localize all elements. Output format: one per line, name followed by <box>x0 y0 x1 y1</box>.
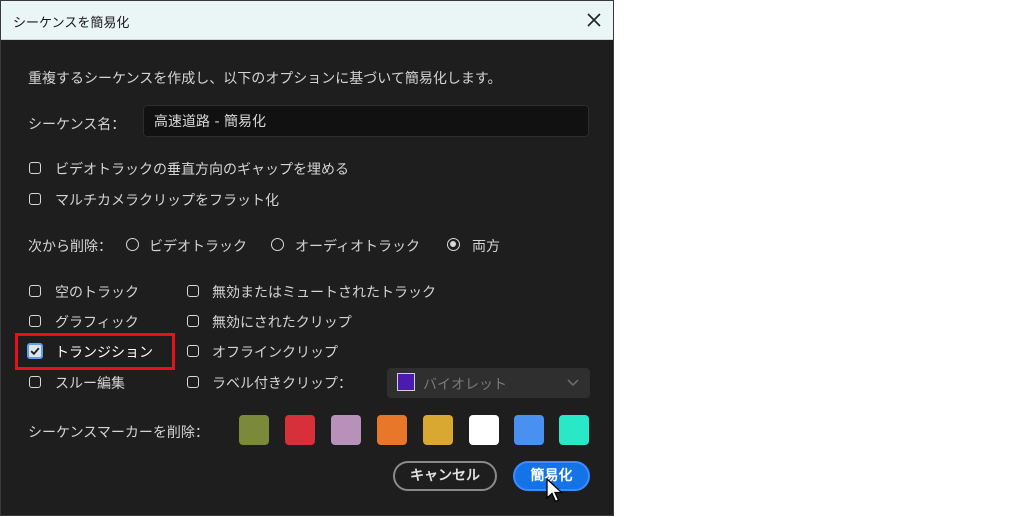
fill-gaps-checkbox[interactable] <box>29 162 41 174</box>
offline-clips-label: オフラインクリップ <box>212 345 338 361</box>
transitions-checkbox[interactable] <box>27 343 43 359</box>
marker-color-swatch[interactable] <box>423 415 453 445</box>
radio-audio-track-label: オーディオトラック <box>295 239 421 255</box>
sequence-name-field[interactable] <box>143 105 589 137</box>
transitions-label: トランジション <box>55 345 153 361</box>
empty-tracks-checkbox[interactable] <box>29 285 41 297</box>
label-color-swatch <box>397 373 415 391</box>
offline-clips-checkbox[interactable] <box>187 345 199 357</box>
empty-tracks-label: 空のトラック <box>55 285 139 301</box>
simplify-sequence-dialog: シーケンスを簡易化 重複するシーケンスを作成し、以下のオプションに基づいて簡易化… <box>0 0 614 516</box>
close-button[interactable] <box>581 7 607 33</box>
graphics-checkbox[interactable] <box>29 315 41 327</box>
flatten-multicam-label: マルチカメラクリップをフラット化 <box>55 193 279 209</box>
dialog-description: 重複するシーケンスを作成し、以下のオプションに基づいて簡易化します。 <box>28 71 502 87</box>
marker-color-swatch[interactable] <box>559 415 589 445</box>
fill-gaps-label: ビデオトラックの垂直方向のギャップを埋める <box>55 162 349 178</box>
disabled-clips-label: 無効にされたクリップ <box>212 315 352 331</box>
label-color-select[interactable]: バイオレット <box>387 368 590 398</box>
disabled-clips-checkbox[interactable] <box>187 315 199 327</box>
radio-audio-track[interactable] <box>271 238 284 251</box>
marker-color-swatch[interactable] <box>377 415 407 445</box>
through-edits-label: スルー編集 <box>55 376 125 392</box>
disabled-muted-tracks-label: 無効またはミュートされたトラック <box>212 285 436 301</box>
labeled-clips-label: ラベル付きクリップ： <box>212 376 352 392</box>
radio-both[interactable] <box>447 238 460 251</box>
marker-color-swatch[interactable] <box>239 415 269 445</box>
dialog-title: シーケンスを簡易化 <box>13 16 130 31</box>
flatten-multicam-checkbox[interactable] <box>29 193 41 205</box>
sequence-name-label: シーケンス名： <box>28 117 126 133</box>
labeled-clips-checkbox[interactable] <box>187 376 199 388</box>
radio-video-track-label: ビデオトラック <box>149 239 247 255</box>
mouse-cursor-icon <box>546 478 564 503</box>
delete-markers-label: シーケンスマーカーを削除： <box>28 425 209 441</box>
checkmark-icon <box>30 347 40 356</box>
close-icon <box>587 13 601 27</box>
marker-color-swatch[interactable] <box>514 415 544 445</box>
chevron-down-icon <box>567 379 579 387</box>
marker-color-swatch[interactable] <box>331 415 361 445</box>
graphics-label: グラフィック <box>55 315 139 331</box>
cancel-button[interactable]: キャンセル <box>393 461 497 491</box>
through-edits-checkbox[interactable] <box>29 376 41 388</box>
marker-color-swatch[interactable] <box>285 415 315 445</box>
marker-color-swatch[interactable] <box>469 415 499 445</box>
label-color-value: バイオレット <box>423 377 507 393</box>
radio-both-label: 両方 <box>472 239 500 255</box>
disabled-muted-tracks-checkbox[interactable] <box>187 285 199 297</box>
radio-video-track[interactable] <box>126 238 139 251</box>
remove-from-label: 次から削除： <box>28 239 112 255</box>
title-bar: シーケンスを簡易化 <box>1 1 613 40</box>
